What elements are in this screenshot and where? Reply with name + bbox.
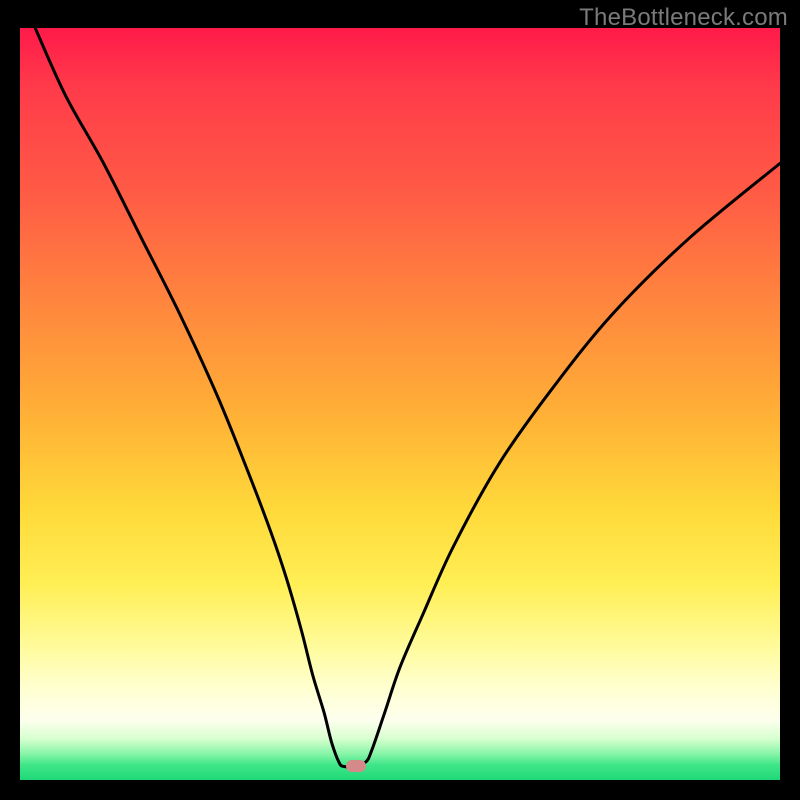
minimum-marker: [346, 760, 366, 772]
watermark-text: TheBottleneck.com: [579, 4, 788, 32]
plot-area: [20, 28, 780, 780]
bottleneck-curve: [20, 28, 780, 780]
chart-frame: TheBottleneck.com: [0, 0, 800, 800]
